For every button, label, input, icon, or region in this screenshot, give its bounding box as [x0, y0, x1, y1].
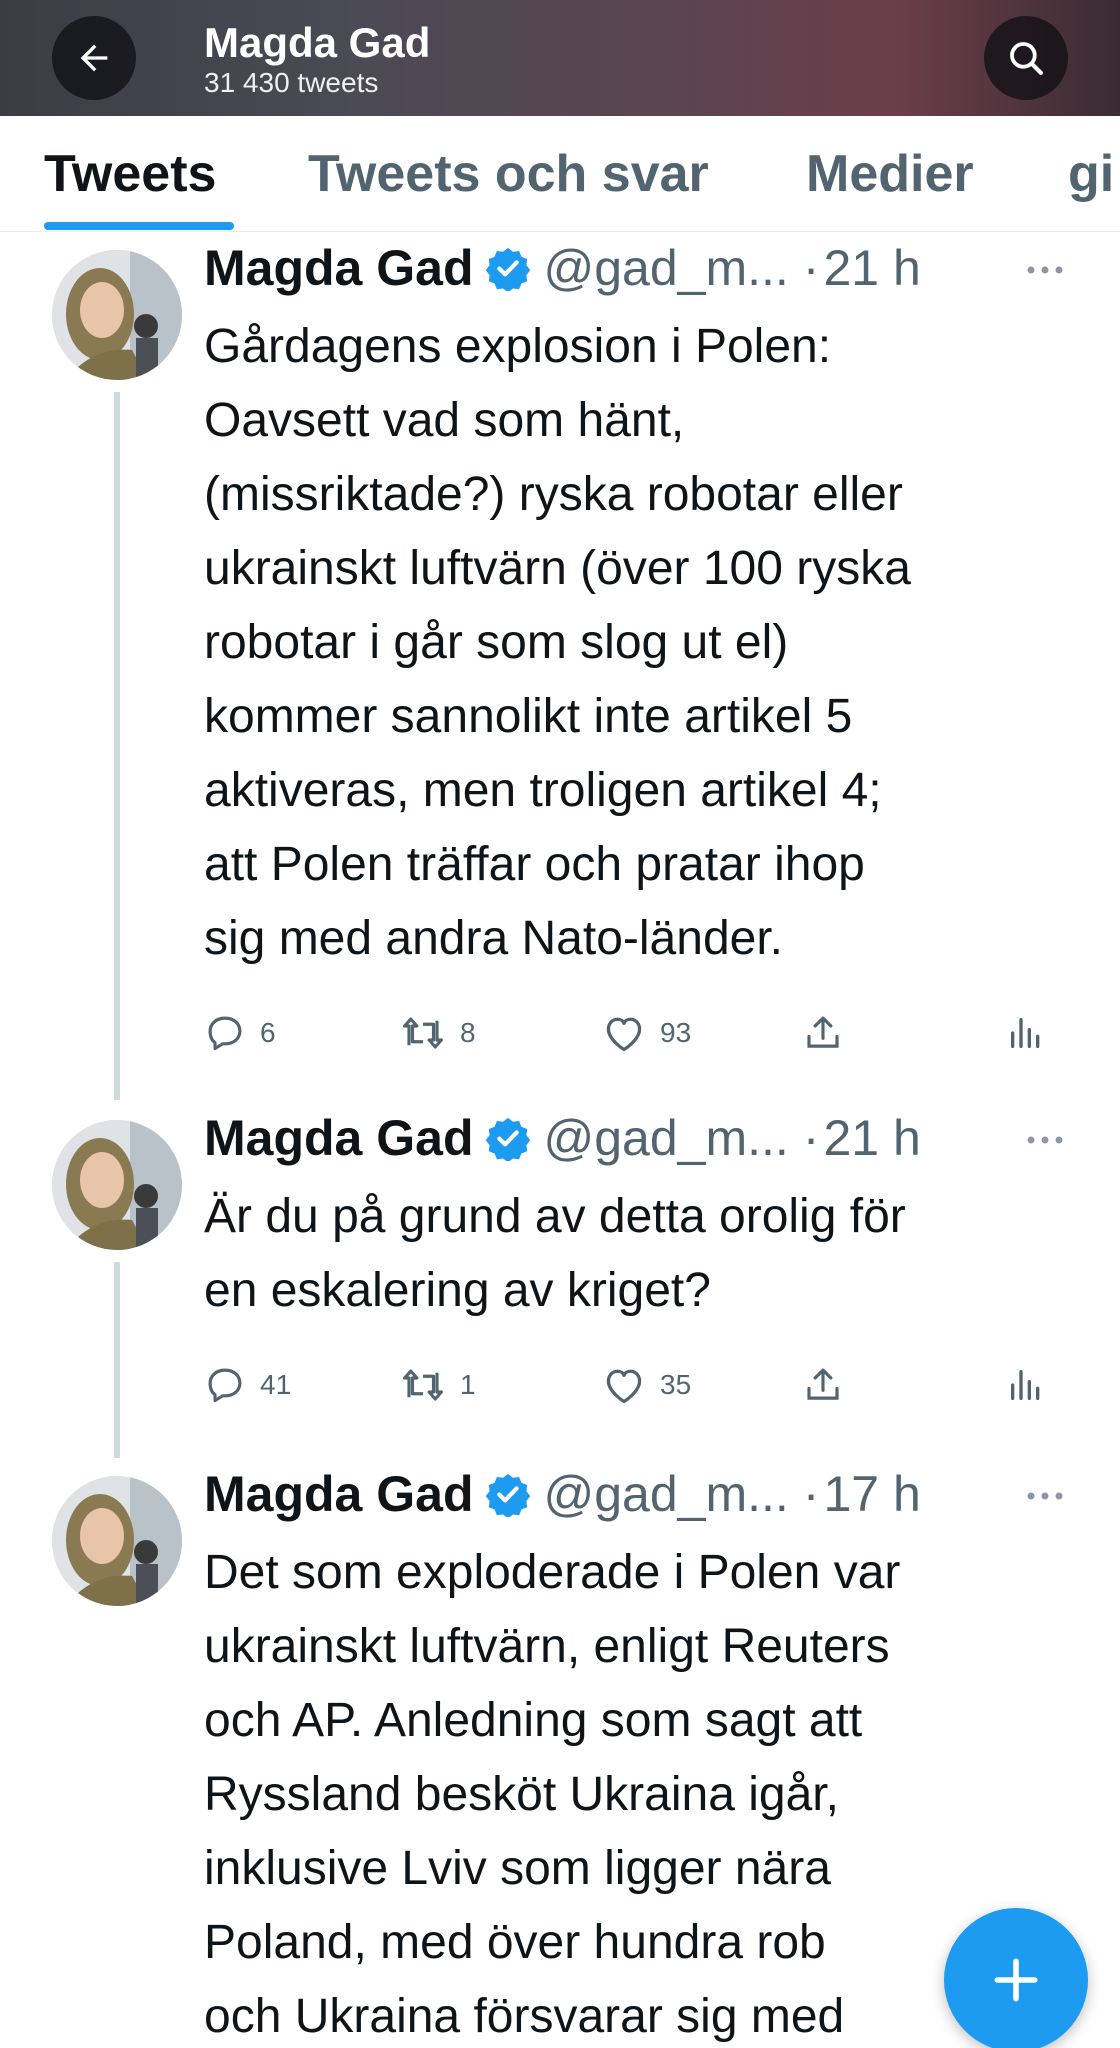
- analytics-button[interactable]: [1006, 1008, 1046, 1058]
- like-button[interactable]: 35: [602, 1360, 691, 1410]
- search-button[interactable]: [984, 16, 1068, 100]
- back-button[interactable]: [52, 16, 136, 100]
- tweet[interactable]: Magda Gad @gad_m... · 21 h Gårdagens exp…: [0, 232, 1120, 1100]
- tweet-actions: 6 8 93: [204, 1008, 1064, 1058]
- tab-tweets[interactable]: Tweets: [44, 144, 216, 204]
- compose-plus-icon: [994, 1958, 1038, 2002]
- tweet-actions: 41 1 35: [204, 1360, 1064, 1410]
- retweet-count: 8: [460, 1017, 476, 1048]
- author-name[interactable]: Magda Gad: [204, 1106, 473, 1170]
- retweet-count: 1: [460, 1369, 476, 1400]
- author-handle[interactable]: @gad_m...: [543, 236, 788, 300]
- profile-tabs: Tweets Tweets och svar Medier gi: [0, 116, 1120, 232]
- tweet-text: Gårdagens explosion i Polen: Oavsett vad…: [204, 320, 911, 965]
- compose-tweet-button[interactable]: [944, 1908, 1088, 2048]
- tweet-count: 31 430 tweets: [204, 67, 379, 98]
- like-count: 35: [660, 1369, 692, 1400]
- like-button[interactable]: 93: [602, 1008, 691, 1058]
- retweet-button[interactable]: 1: [400, 1360, 476, 1410]
- share-icon: [807, 1016, 839, 1048]
- tweet-header: Magda Gad @gad_m... · 17 h: [204, 1462, 921, 1526]
- avatar[interactable]: [52, 1120, 182, 1250]
- retweet-button[interactable]: 8: [400, 1008, 476, 1058]
- heart-icon: [606, 1017, 642, 1052]
- arrow-left-icon: [80, 44, 108, 72]
- avatar[interactable]: [52, 250, 182, 380]
- verified-badge-icon: [485, 245, 531, 291]
- reply-button[interactable]: 41: [204, 1360, 291, 1410]
- reply-count: 6: [260, 1017, 276, 1048]
- verified-badge-icon: [485, 1115, 531, 1161]
- reply-icon: [208, 1368, 242, 1403]
- like-count: 93: [660, 1017, 692, 1048]
- search-icon: [1010, 42, 1043, 75]
- tweet[interactable]: Magda Gad @gad_m... · 21 h Är du på grun…: [0, 1100, 1120, 1458]
- tweet-header: Magda Gad @gad_m... · 21 h: [204, 1106, 921, 1170]
- thread-line: [114, 1262, 120, 1458]
- profile-header: Magda Gad 31 430 tweets: [0, 0, 1120, 116]
- author-name[interactable]: Magda Gad: [204, 236, 473, 300]
- tweet-time[interactable]: 17 h: [823, 1462, 920, 1526]
- tweet-time[interactable]: 21 h: [823, 236, 920, 300]
- analytics-icon: [1011, 1018, 1040, 1048]
- tab-likes[interactable]: gi: [1068, 144, 1114, 204]
- tab-media[interactable]: Medier: [806, 144, 974, 204]
- author-handle[interactable]: @gad_m...: [543, 1462, 788, 1526]
- retweet-icon: [403, 1017, 443, 1049]
- heart-icon: [606, 1369, 642, 1404]
- analytics-button[interactable]: [1006, 1360, 1046, 1410]
- share-button[interactable]: [802, 1008, 844, 1058]
- tweet-header: Magda Gad @gad_m... · 21 h: [204, 236, 921, 300]
- analytics-icon: [1011, 1370, 1040, 1400]
- reply-icon: [208, 1016, 242, 1051]
- author-name[interactable]: Magda Gad: [204, 1462, 473, 1526]
- verified-badge-icon: [485, 1471, 531, 1517]
- thread-line: [114, 392, 120, 1100]
- retweet-icon: [403, 1369, 443, 1401]
- active-tab-indicator: [44, 222, 234, 230]
- avatar[interactable]: [52, 1476, 182, 1606]
- more-options-icon[interactable]: [1020, 250, 1070, 290]
- tweet-text: Är du på grund av detta orolig för en es…: [204, 1190, 906, 1317]
- header-title: Magda Gad: [204, 19, 431, 66]
- share-button[interactable]: [802, 1360, 844, 1410]
- tweet-time[interactable]: 21 h: [823, 1106, 920, 1170]
- more-options-icon[interactable]: [1020, 1476, 1070, 1516]
- more-options-icon[interactable]: [1020, 1120, 1070, 1160]
- author-handle[interactable]: @gad_m...: [543, 1106, 788, 1170]
- share-icon: [807, 1368, 839, 1400]
- reply-button[interactable]: 6: [204, 1008, 276, 1058]
- tab-tweets-and-replies[interactable]: Tweets och svar: [308, 144, 709, 204]
- reply-count: 41: [260, 1369, 292, 1400]
